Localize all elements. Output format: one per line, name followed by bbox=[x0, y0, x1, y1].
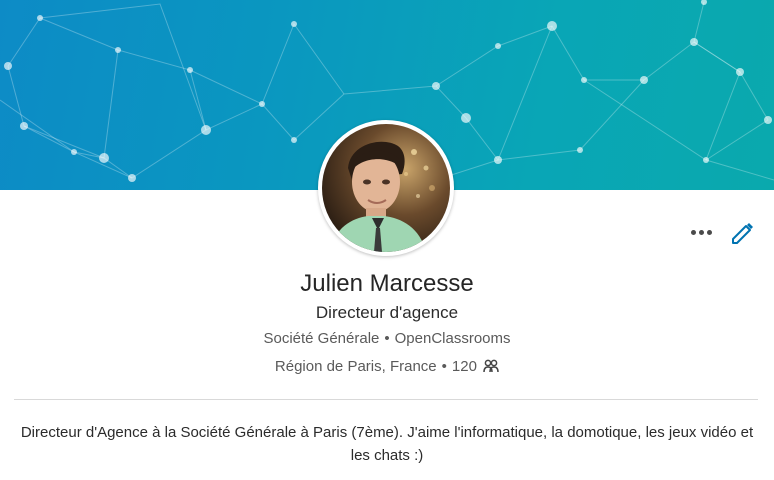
profile-location: Région de Paris, France bbox=[274, 358, 437, 375]
separator: • bbox=[384, 330, 390, 347]
company-link[interactable]: Société Générale bbox=[263, 330, 379, 347]
avatar[interactable] bbox=[318, 120, 454, 256]
connections-count[interactable]: 120 bbox=[452, 358, 477, 375]
edit-profile-button[interactable] bbox=[726, 216, 758, 248]
company-link[interactable]: OpenClassrooms bbox=[395, 330, 511, 347]
pencil-icon bbox=[732, 223, 753, 244]
profile-headline: Directeur d'agence bbox=[315, 303, 459, 322]
people-icon bbox=[483, 359, 499, 373]
more-icon-dot bbox=[707, 230, 712, 235]
more-actions-button[interactable] bbox=[684, 218, 720, 246]
company-list: Société Générale • OpenClassrooms bbox=[0, 330, 774, 347]
divider bbox=[14, 399, 758, 400]
profile-summary: Directeur d'Agence à la Société Générale… bbox=[20, 424, 754, 464]
profile-name: Julien Marcesse bbox=[300, 270, 474, 297]
more-icon bbox=[691, 230, 696, 235]
separator: • bbox=[441, 358, 447, 375]
location-line: Région de Paris, France • 120 bbox=[0, 358, 774, 375]
more-icon-dot bbox=[699, 230, 704, 235]
profile-photo bbox=[322, 124, 450, 252]
